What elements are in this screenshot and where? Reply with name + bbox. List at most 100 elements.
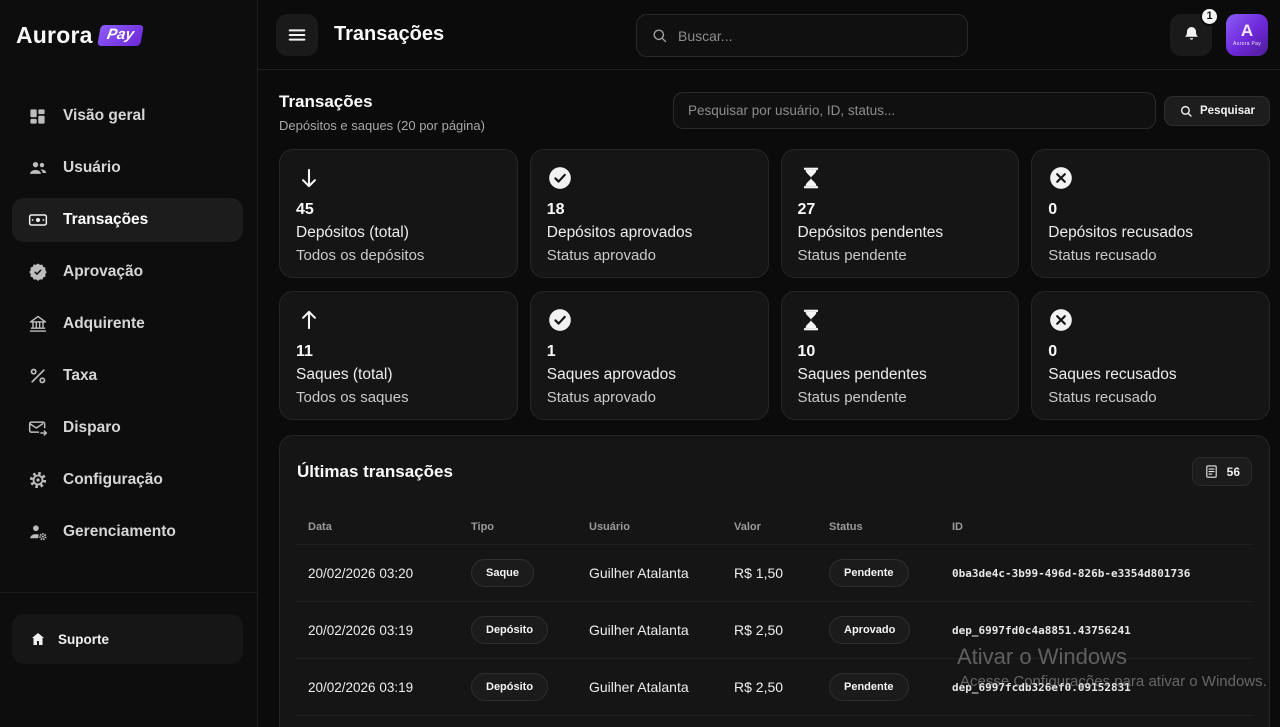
topbar-search	[636, 14, 968, 57]
avatar[interactable]: A Aurora Pay	[1226, 14, 1268, 56]
sidebar-item-label: Disparo	[63, 419, 121, 437]
brand-badge: Pay	[97, 25, 143, 46]
notification-badge: 1	[1200, 7, 1219, 26]
stat-value: 10	[798, 343, 1003, 361]
sidebar-item-suporte[interactable]: Suporte	[12, 614, 243, 664]
sidebar-item-aprovacao[interactable]: Aprovação	[12, 250, 243, 294]
stat-label: Depósitos recusados	[1048, 224, 1253, 242]
x-circle-icon	[1048, 165, 1253, 193]
stat-sublabel: Status aprovado	[547, 389, 752, 406]
sidebar-item-configuracao[interactable]: Configuração	[12, 458, 243, 502]
transactions-card: Últimas transações 56 DataTipoUsuárioVal…	[279, 435, 1270, 727]
sidebar-item-label: Aprovação	[63, 263, 143, 281]
stat-card-saques-aprovados: 1 Saques aprovados Status aprovado	[530, 291, 769, 420]
topbar-search-input[interactable]	[678, 28, 953, 44]
topbar-title: Transações	[334, 23, 444, 46]
status-badge: Pendente	[829, 559, 909, 587]
sidebar-item-disparo[interactable]: Disparo	[12, 406, 243, 450]
stat-card-depositos-pendentes: 27 Depósitos pendentes Status pendente	[781, 149, 1020, 278]
column-header-id: ID	[952, 521, 1241, 533]
sidebar-nav: Visão geral Usuário Transações Aprovação…	[0, 70, 257, 554]
page-subtitle: Depósitos e saques (20 por página)	[279, 118, 485, 133]
user-gear-icon	[28, 522, 48, 542]
stat-value: 0	[1048, 343, 1253, 361]
stat-sublabel: Todos os saques	[296, 389, 501, 406]
gear-icon	[28, 470, 48, 490]
stat-sublabel: Todos os depósitos	[296, 247, 501, 264]
stat-label: Depósitos (total)	[296, 224, 501, 242]
stat-label: Saques pendentes	[798, 366, 1003, 384]
sidebar-item-label: Adquirente	[63, 315, 145, 333]
filter-row: Pesquisar	[673, 92, 1270, 129]
avatar-letter: A	[1241, 22, 1253, 39]
percent-icon	[28, 366, 48, 386]
table-row: 20/02/2026 03:19 Depósito Guilher Atalan…	[296, 659, 1253, 716]
arrow-down-icon	[296, 165, 501, 193]
column-header-usuario: Usuário	[589, 521, 734, 533]
column-header-tipo: Tipo	[471, 521, 589, 533]
brand-logo[interactable]: Aurora Pay	[0, 0, 257, 70]
sidebar-item-label: Transações	[63, 211, 148, 229]
sidebar-item-usuario[interactable]: Usuário	[12, 146, 243, 190]
cell-id: dep_6997fcdb326ef0.09152831	[952, 681, 1241, 694]
sidebar-item-label: Visão geral	[63, 107, 145, 125]
banknote-icon	[28, 210, 48, 230]
sidebar-item-adquirente[interactable]: Adquirente	[12, 302, 243, 346]
stat-value: 1	[547, 343, 752, 361]
stat-value: 18	[547, 201, 752, 219]
check-circle-icon	[547, 165, 752, 193]
stat-value: 27	[798, 201, 1003, 219]
table-row: 20/02/2026 03:17 Depósito Guilher Atalan…	[296, 716, 1253, 727]
sidebar-item-gerenciamento[interactable]: Gerenciamento	[12, 510, 243, 554]
stat-sublabel: Status aprovado	[547, 247, 752, 264]
stat-sublabel: Status pendente	[798, 389, 1003, 406]
sidebar: Aurora Pay Visão geral Usuário Transaçõe…	[0, 0, 258, 727]
topbar: Transações 1 A Aurora Pay	[258, 0, 1280, 70]
hamburger-icon	[286, 24, 308, 46]
users-icon	[28, 158, 48, 178]
stat-cards-grid: 45 Depósitos (total) Todos os depósitos …	[279, 149, 1270, 420]
bank-icon	[28, 314, 48, 334]
column-header-data: Data	[308, 521, 471, 533]
stat-label: Saques aprovados	[547, 366, 752, 384]
page-content: Transações Depósitos e saques (20 por pá…	[258, 70, 1280, 727]
menu-button[interactable]	[276, 14, 318, 56]
transactions-count-badge: 56	[1192, 457, 1252, 486]
table-body: 20/02/2026 03:20 Saque Guilher Atalanta …	[296, 545, 1253, 727]
transactions-count: 56	[1227, 465, 1240, 479]
stat-label: Saques recusados	[1048, 366, 1253, 384]
sidebar-item-taxa[interactable]: Taxa	[12, 354, 243, 398]
stat-card-depositos-aprovados: 18 Depósitos aprovados Status aprovado	[530, 149, 769, 278]
cell-date: 20/02/2026 03:19	[308, 680, 471, 695]
stat-card-saques-recusados: 0 Saques recusados Status recusado	[1031, 291, 1270, 420]
hourglass-icon	[798, 307, 1003, 335]
mail-send-icon	[28, 418, 48, 438]
cell-user: Guilher Atalanta	[589, 622, 734, 638]
cell-user: Guilher Atalanta	[589, 565, 734, 581]
sidebar-item-transacoes[interactable]: Transações	[12, 198, 243, 242]
sidebar-item-visao-geral[interactable]: Visão geral	[12, 94, 243, 138]
page-title: Transações	[279, 92, 485, 112]
check-circle-icon	[547, 307, 752, 335]
sidebar-divider	[0, 592, 257, 593]
sidebar-item-label: Gerenciamento	[63, 523, 176, 541]
hourglass-icon	[798, 165, 1003, 193]
sidebar-item-label: Configuração	[63, 471, 163, 489]
type-badge: Depósito	[471, 673, 548, 701]
stat-label: Saques (total)	[296, 366, 501, 384]
table-row: 20/02/2026 03:20 Saque Guilher Atalanta …	[296, 545, 1253, 602]
cell-value: R$ 2,50	[734, 622, 829, 638]
transactions-search-input[interactable]	[673, 92, 1156, 129]
cell-date: 20/02/2026 03:19	[308, 623, 471, 638]
cell-user: Guilher Atalanta	[589, 679, 734, 695]
search-button[interactable]: Pesquisar	[1164, 96, 1270, 126]
page-header: Transações Depósitos e saques (20 por pá…	[279, 92, 1270, 133]
receipt-icon	[1204, 464, 1219, 479]
brand-name: Aurora	[16, 22, 93, 49]
stat-label: Depósitos aprovados	[547, 224, 752, 242]
page-header-titles: Transações Depósitos e saques (20 por pá…	[279, 92, 485, 133]
status-badge: Pendente	[829, 673, 909, 701]
table-header-row: DataTipoUsuárioValorStatusID	[296, 499, 1253, 545]
badge-check-icon	[28, 262, 48, 282]
stat-card-depositos-recusados: 0 Depósitos recusados Status recusado	[1031, 149, 1270, 278]
